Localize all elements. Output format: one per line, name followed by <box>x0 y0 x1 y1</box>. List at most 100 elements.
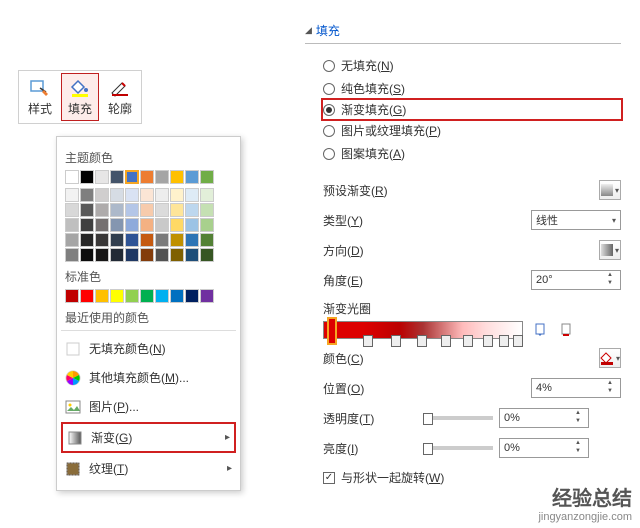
color-swatch[interactable] <box>185 289 199 303</box>
stop-position-spinner[interactable]: 4%▲▼ <box>531 378 621 398</box>
color-swatch[interactable] <box>185 170 199 184</box>
color-swatch[interactable] <box>65 188 79 202</box>
gradient-direction-button[interactable] <box>599 240 621 260</box>
color-swatch[interactable] <box>80 218 94 232</box>
color-swatch[interactable] <box>125 248 139 262</box>
color-swatch[interactable] <box>95 233 109 247</box>
color-swatch[interactable] <box>65 289 79 303</box>
color-swatch[interactable] <box>170 289 184 303</box>
radio-solid-fill[interactable]: 纯色填充(S) <box>323 77 621 100</box>
color-swatch[interactable] <box>170 248 184 262</box>
no-fill-color-item[interactable]: 无填充颜色(N) <box>61 335 236 362</box>
color-swatch[interactable] <box>110 233 124 247</box>
color-swatch[interactable] <box>140 203 154 217</box>
color-swatch[interactable] <box>185 218 199 232</box>
color-swatch[interactable] <box>140 289 154 303</box>
gradient-stop-handle[interactable] <box>391 335 401 347</box>
preset-gradient-button[interactable] <box>599 180 621 200</box>
fill-button[interactable]: 填充 <box>61 73 99 121</box>
color-swatch[interactable] <box>155 218 169 232</box>
color-swatch[interactable] <box>95 203 109 217</box>
color-swatch[interactable] <box>125 170 139 184</box>
color-swatch[interactable] <box>110 170 124 184</box>
gradient-fill-item[interactable]: 渐变(G) ▸ <box>61 422 236 453</box>
color-swatch[interactable] <box>125 188 139 202</box>
gradient-stop-handle[interactable] <box>327 317 337 345</box>
gradient-stop-handle[interactable] <box>483 335 493 347</box>
color-swatch[interactable] <box>110 188 124 202</box>
color-swatch[interactable] <box>200 233 214 247</box>
radio-pattern-fill[interactable]: 图案填充(A) <box>323 142 621 165</box>
color-swatch[interactable] <box>65 170 79 184</box>
color-swatch[interactable] <box>155 233 169 247</box>
radio-picture-fill[interactable]: 图片或纹理填充(P) <box>323 119 621 142</box>
color-swatch[interactable] <box>185 203 199 217</box>
color-swatch[interactable] <box>65 218 79 232</box>
color-swatch[interactable] <box>155 170 169 184</box>
brightness-spinner[interactable]: 0%▲▼ <box>499 438 589 458</box>
color-swatch[interactable] <box>110 218 124 232</box>
picture-fill-item[interactable]: 图片(P)... <box>61 393 236 420</box>
color-swatch[interactable] <box>80 170 94 184</box>
color-swatch[interactable] <box>140 188 154 202</box>
color-swatch[interactable] <box>155 289 169 303</box>
texture-fill-item[interactable]: 纹理(T) ▸ <box>61 455 236 482</box>
style-button[interactable]: 样式 <box>21 73 59 121</box>
color-swatch[interactable] <box>95 218 109 232</box>
color-swatch[interactable] <box>80 248 94 262</box>
gradient-angle-spinner[interactable]: 20°▲▼ <box>531 270 621 290</box>
gradient-stop-handle[interactable] <box>463 335 473 347</box>
radio-gradient-fill[interactable]: 渐变填充(G) <box>321 98 623 121</box>
gradient-stop-handle[interactable] <box>417 335 427 347</box>
color-swatch[interactable] <box>170 188 184 202</box>
color-swatch[interactable] <box>65 248 79 262</box>
color-swatch[interactable] <box>95 289 109 303</box>
color-swatch[interactable] <box>125 218 139 232</box>
color-swatch[interactable] <box>80 188 94 202</box>
color-swatch[interactable] <box>80 233 94 247</box>
color-swatch[interactable] <box>125 233 139 247</box>
color-swatch[interactable] <box>140 218 154 232</box>
outline-button[interactable]: 轮廓 <box>101 73 139 121</box>
fill-section-header[interactable]: 填充 <box>305 22 621 44</box>
color-swatch[interactable] <box>200 188 214 202</box>
color-swatch[interactable] <box>110 203 124 217</box>
brightness-slider[interactable] <box>423 446 493 450</box>
color-swatch[interactable] <box>200 289 214 303</box>
color-swatch[interactable] <box>170 218 184 232</box>
stop-color-button[interactable] <box>599 348 621 368</box>
color-swatch[interactable] <box>200 170 214 184</box>
color-swatch[interactable] <box>140 248 154 262</box>
color-swatch[interactable] <box>200 203 214 217</box>
color-swatch[interactable] <box>125 289 139 303</box>
add-stop-button[interactable] <box>531 321 549 339</box>
color-swatch[interactable] <box>170 233 184 247</box>
color-swatch[interactable] <box>170 203 184 217</box>
transparency-spinner[interactable]: 0%▲▼ <box>499 408 589 428</box>
color-swatch[interactable] <box>95 188 109 202</box>
color-swatch[interactable] <box>155 248 169 262</box>
color-swatch[interactable] <box>155 203 169 217</box>
remove-stop-button[interactable] <box>557 321 575 339</box>
color-swatch[interactable] <box>200 218 214 232</box>
color-swatch[interactable] <box>155 188 169 202</box>
color-swatch[interactable] <box>170 170 184 184</box>
gradient-stop-handle[interactable] <box>513 335 523 347</box>
color-swatch[interactable] <box>110 289 124 303</box>
more-fill-colors-item[interactable]: 其他填充颜色(M)... <box>61 364 236 391</box>
color-swatch[interactable] <box>95 248 109 262</box>
color-swatch[interactable] <box>140 233 154 247</box>
gradient-stop-handle[interactable] <box>363 335 373 347</box>
color-swatch[interactable] <box>200 248 214 262</box>
radio-no-fill[interactable]: 无填充(N) <box>323 54 621 77</box>
color-swatch[interactable] <box>185 233 199 247</box>
rotate-with-shape-row[interactable]: ✓ 与形状一起旋转(W) <box>305 463 621 486</box>
color-swatch[interactable] <box>140 170 154 184</box>
color-swatch[interactable] <box>125 203 139 217</box>
gradient-type-select[interactable]: 线性 <box>531 210 621 230</box>
gradient-stop-handle[interactable] <box>441 335 451 347</box>
color-swatch[interactable] <box>185 188 199 202</box>
color-swatch[interactable] <box>65 203 79 217</box>
color-swatch[interactable] <box>185 248 199 262</box>
color-swatch[interactable] <box>110 248 124 262</box>
